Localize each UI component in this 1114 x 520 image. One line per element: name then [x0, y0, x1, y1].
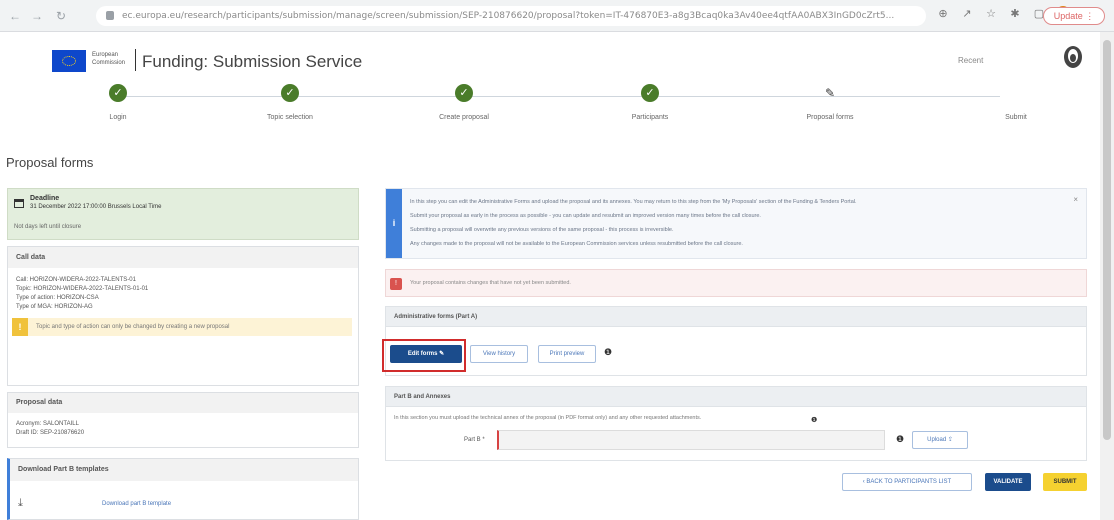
scrollbar-thumb[interactable] — [1103, 40, 1111, 440]
view-history-button[interactable]: View history — [470, 345, 528, 363]
mga-type-line: Type of MGA: HORIZON-AG — [16, 304, 93, 310]
upload-help-icon[interactable]: ❶ — [896, 434, 904, 445]
forward-arrow-icon[interactable]: → — [26, 5, 48, 27]
part-b-label: Part B * — [464, 437, 485, 443]
part-b-heading: Part B and Annexes — [385, 386, 1087, 407]
step-submit[interactable]: Submit — [956, 84, 1076, 121]
info-line: In this step you can edit the Administra… — [410, 199, 857, 205]
pencil-icon: ✎ — [824, 86, 836, 100]
check-icon: ✓ — [641, 84, 659, 102]
step-label: Submit — [1005, 114, 1027, 121]
highlight-frame — [382, 339, 466, 372]
browser-update-button[interactable]: Update ⋮ — [1043, 7, 1105, 25]
templates-panel: Download Part B templates ⤓ Download par… — [7, 458, 359, 520]
brand-line-2: Commission — [92, 60, 126, 66]
admin-forms-heading: Administrative forms (Part A) — [385, 306, 1087, 327]
check-icon: ✓ — [455, 84, 473, 102]
call-line: Call: HORIZON-WIDERA-2022-TALENTS-01 — [16, 277, 136, 283]
eu-stars-icon — [62, 56, 76, 66]
step-label: Login — [109, 114, 127, 121]
upload-button[interactable]: Upload ⇪ — [912, 431, 968, 449]
app-title: Funding: Submission Service — [142, 52, 363, 71]
header-link[interactable]: Recent — [958, 56, 983, 65]
step-login[interactable]: ✓ Login — [58, 84, 178, 121]
help-icon[interactable]: ❶ — [604, 347, 612, 358]
info-icon: i — [386, 189, 402, 258]
unsaved-changes-alert: ! Your proposal contains changes that ha… — [385, 269, 1087, 297]
part-b-description: In this section you must upload the tech… — [394, 415, 702, 421]
topic-warning: ! Topic and type of action can only be c… — [12, 318, 352, 336]
close-icon[interactable]: × — [1073, 195, 1078, 204]
page-title: Proposal forms — [6, 155, 94, 170]
info-line: Submitting a proposal will overwrite any… — [410, 227, 674, 233]
topic-line: Topic: HORIZON-WIDERA-2022-TALENTS-01-01 — [16, 286, 149, 292]
header-divider — [135, 49, 136, 71]
star-icon[interactable]: ☆ — [984, 6, 998, 20]
step-label: Proposal forms — [806, 114, 854, 121]
address-bar-text: ec.europa.eu/research/participants/submi… — [122, 11, 895, 21]
download-template-link[interactable]: Download part B template — [102, 501, 171, 507]
eu-brand-text: European Commission — [92, 51, 132, 67]
step-create-proposal[interactable]: ✓ Create proposal — [404, 84, 524, 121]
download-icon: ⤓ — [18, 497, 23, 509]
part-b-file-field[interactable] — [497, 430, 885, 450]
back-label: BACK TO PARTICIPANTS LIST — [866, 479, 952, 485]
deadline-date: 31 December 2022 17:00:00 Brussels Local… — [30, 204, 162, 210]
validate-button[interactable]: VALIDATE — [985, 473, 1031, 491]
back-to-participants-button[interactable]: ‹ BACK TO PARTICIPANTS LIST — [842, 473, 972, 491]
info-line: Any changes made to the proposal will no… — [410, 241, 743, 247]
extensions-icon[interactable]: ✱ — [1008, 6, 1022, 20]
step-label: Topic selection — [267, 114, 313, 121]
reload-icon[interactable]: ↻ — [50, 5, 72, 27]
step-topic-selection[interactable]: ✓ Topic selection — [230, 84, 350, 121]
info-line: Submit your proposal as early in the pro… — [410, 213, 761, 219]
alert-icon: ! — [390, 278, 402, 290]
address-bar[interactable]: ec.europa.eu/research/participants/submi… — [96, 6, 926, 26]
deadline-days-left: Not days left until closure — [14, 224, 82, 230]
calendar-icon — [14, 199, 24, 208]
info-message: i In this step you can edit the Administ… — [385, 188, 1087, 259]
warning-text: Topic and type of action can only be cha… — [36, 324, 230, 330]
call-data-panel: Call data Call: HORIZON-WIDERA-2022-TALE… — [7, 246, 359, 386]
upload-label: Upload — [927, 437, 947, 443]
deadline-title: Deadline — [30, 195, 60, 202]
step-label: Create proposal — [439, 114, 489, 121]
part-b-help-icon[interactable]: ❶ — [811, 416, 817, 424]
back-arrow-icon[interactable]: ← — [4, 5, 26, 27]
submit-button[interactable]: SUBMIT — [1043, 473, 1087, 491]
browser-toolbar: ← → ↻ ec.europa.eu/research/participants… — [0, 0, 1114, 32]
proposal-data-panel: Proposal data Acronym: SALONTAILL Draft … — [7, 392, 359, 448]
print-preview-button[interactable]: Print preview — [538, 345, 596, 363]
brand-line-1: European — [92, 52, 119, 58]
step-marker — [1007, 84, 1025, 102]
check-icon: ✓ — [109, 84, 127, 102]
upload-icon: ⇪ — [947, 437, 953, 443]
draft-id-line: Draft ID: SEP-210876620 — [16, 430, 85, 436]
alert-text: Your proposal contains changes that have… — [410, 280, 571, 286]
zoom-icon[interactable]: ⊕ — [936, 6, 950, 20]
templates-heading: Download Part B templates — [10, 459, 358, 481]
user-icon[interactable] — [1062, 44, 1084, 70]
lock-icon — [106, 11, 114, 20]
step-participants[interactable]: ✓ Participants — [590, 84, 710, 121]
step-label: Participants — [631, 114, 669, 121]
proposal-data-heading: Proposal data — [8, 393, 358, 413]
action-type-line: Type of action: HORIZON-CSA — [16, 295, 99, 301]
warning-icon: ! — [12, 318, 28, 336]
call-data-heading: Call data — [8, 247, 358, 268]
deadline-panel: Deadline 31 December 2022 17:00:00 Bruss… — [7, 188, 359, 240]
check-icon: ✓ — [281, 84, 299, 102]
acronym-line: Acronym: SALONTAILL — [16, 421, 79, 427]
step-proposal-forms[interactable]: ✎ Proposal forms — [770, 84, 890, 121]
share-icon[interactable]: ↗ — [960, 6, 974, 20]
